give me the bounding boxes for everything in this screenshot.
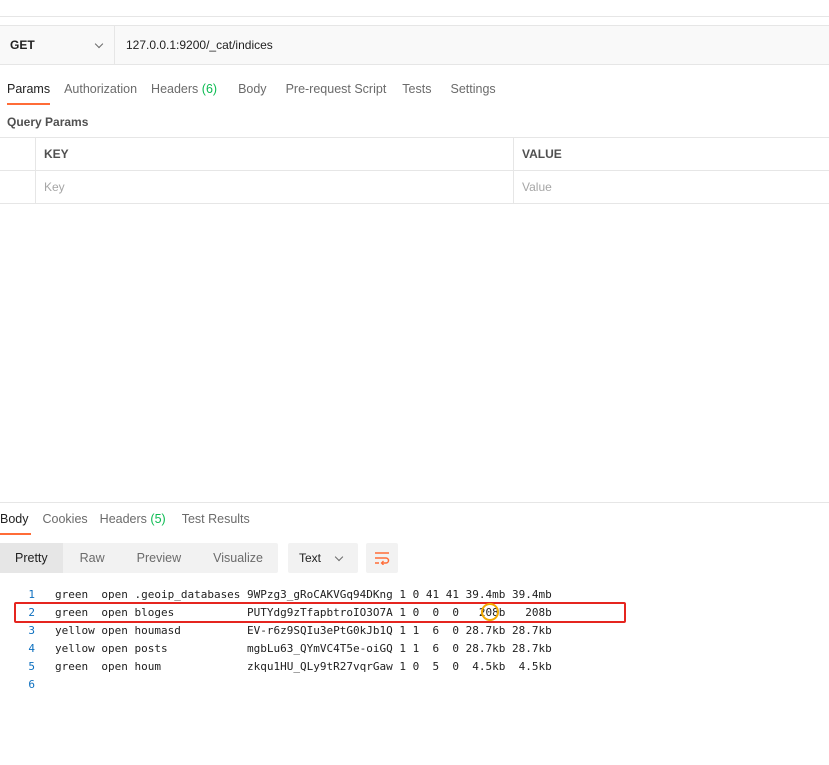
url-input[interactable] xyxy=(115,26,829,64)
headers-count-badge: (6) xyxy=(201,82,218,96)
tab-authorization[interactable]: Authorization xyxy=(57,79,144,105)
line-number: 2 xyxy=(28,606,35,619)
code-line: 6 xyxy=(0,676,829,694)
response-body[interactable]: 1 green open .geoip_databases 9WPzg3_gRoC… xyxy=(0,586,829,694)
response-headers-count-badge: (5) xyxy=(150,512,166,526)
tab-params-label: Params xyxy=(7,82,51,96)
params-header-row: KEY VALUE xyxy=(0,138,829,171)
response-tab-headers-label: Headers xyxy=(99,512,147,526)
value-header: VALUE xyxy=(522,147,562,161)
code-line: 2 green open bloges PUTYdg9zTfapbtroIO3O7… xyxy=(0,604,829,622)
param-key-input[interactable] xyxy=(44,180,513,194)
response-tab-body-label: Body xyxy=(0,512,29,526)
method-select[interactable]: GET xyxy=(0,26,115,64)
code-line: 1 green open .geoip_databases 9WPzg3_gRoC… xyxy=(0,586,829,604)
response-tab-test-results[interactable]: Test Results xyxy=(174,511,258,535)
response-tab-cookies-label: Cookies xyxy=(42,512,88,526)
tab-body[interactable]: Body xyxy=(224,79,274,105)
view-raw-button[interactable]: Raw xyxy=(63,543,120,573)
params-row-checkbox[interactable] xyxy=(0,171,36,203)
tab-body-label: Body xyxy=(238,82,267,96)
response-tab-body[interactable]: Body xyxy=(0,511,37,535)
tab-pre-request-script[interactable]: Pre-request Script xyxy=(274,79,394,105)
wrap-lines-icon xyxy=(375,552,390,565)
code-line: 3 yellow open houmasd EV-r6z9SQIu3ePtG0kJ… xyxy=(0,622,829,640)
line-text: green open .geoip_databases 9WPzg3_gRoCA… xyxy=(55,588,552,601)
line-text: green open houm zkqu1HU_QLy9tR27vqrGaw 1… xyxy=(55,660,552,673)
tab-tests-label: Tests xyxy=(402,82,432,96)
tab-pre-request-script-label: Pre-request Script xyxy=(285,82,387,96)
top-strip xyxy=(0,0,829,17)
params-value-cell xyxy=(514,171,829,203)
view-pretty-button[interactable]: Pretty xyxy=(0,543,63,573)
line-number: 6 xyxy=(28,678,35,691)
request-bar: GET xyxy=(0,25,829,65)
response-tabs: Body Cookies Headers (5) Test Results xyxy=(0,511,258,535)
view-preview-button[interactable]: Preview xyxy=(120,543,196,573)
param-value-input[interactable] xyxy=(522,180,829,194)
format-select[interactable]: Text xyxy=(288,543,358,573)
request-tabs: Params Authorization Headers (6) Body Pr… xyxy=(0,79,503,105)
key-header: KEY xyxy=(44,147,69,161)
params-key-header-cell: KEY xyxy=(36,138,514,170)
line-text: yellow open houmasd EV-r6z9SQIu3ePtG0kJb… xyxy=(55,624,552,637)
code-line: 4 yellow open posts mgbLu63_QYmVC4T5e-oiG… xyxy=(0,640,829,658)
tab-headers[interactable]: Headers (6) xyxy=(144,79,224,105)
params-empty-row xyxy=(0,171,829,204)
line-number: 5 xyxy=(28,660,35,673)
line-number: 1 xyxy=(28,588,35,601)
code-line: 5 green open houm zkqu1HU_QLy9tR27vqrGaw … xyxy=(0,658,829,676)
params-check-column xyxy=(0,138,36,170)
wrap-lines-button[interactable] xyxy=(366,543,398,573)
response-tab-headers[interactable]: Headers (5) xyxy=(96,511,174,535)
params-key-cell xyxy=(36,171,514,203)
tab-settings-label: Settings xyxy=(450,82,496,96)
response-tab-cookies[interactable]: Cookies xyxy=(37,511,96,535)
tab-settings[interactable]: Settings xyxy=(438,79,502,105)
chevron-down-icon xyxy=(94,39,104,48)
tab-authorization-label: Authorization xyxy=(64,82,138,96)
tab-tests[interactable]: Tests xyxy=(393,79,438,105)
tab-headers-label: Headers xyxy=(151,82,199,96)
query-params-title: Query Params xyxy=(7,115,89,129)
line-text: green open bloges PUTYdg9zTfapbtroIO3O7A… xyxy=(55,606,552,619)
format-label: Text xyxy=(299,551,322,565)
view-visualize-button[interactable]: Visualize xyxy=(196,543,278,573)
view-mode-group: Pretty Raw Preview Visualize xyxy=(0,543,278,573)
method-label: GET xyxy=(10,38,35,52)
query-params-table: KEY VALUE xyxy=(0,137,829,204)
line-number: 3 xyxy=(28,624,35,637)
chevron-down-icon xyxy=(334,552,344,561)
response-tab-test-results-label: Test Results xyxy=(181,512,250,526)
line-number: 4 xyxy=(28,642,35,655)
tab-params[interactable]: Params xyxy=(0,79,57,105)
params-value-header-cell: VALUE xyxy=(514,138,829,170)
line-text: yellow open posts mgbLu63_QYmVC4T5e-oiGQ… xyxy=(55,642,552,655)
response-pane-divider[interactable] xyxy=(0,502,829,503)
